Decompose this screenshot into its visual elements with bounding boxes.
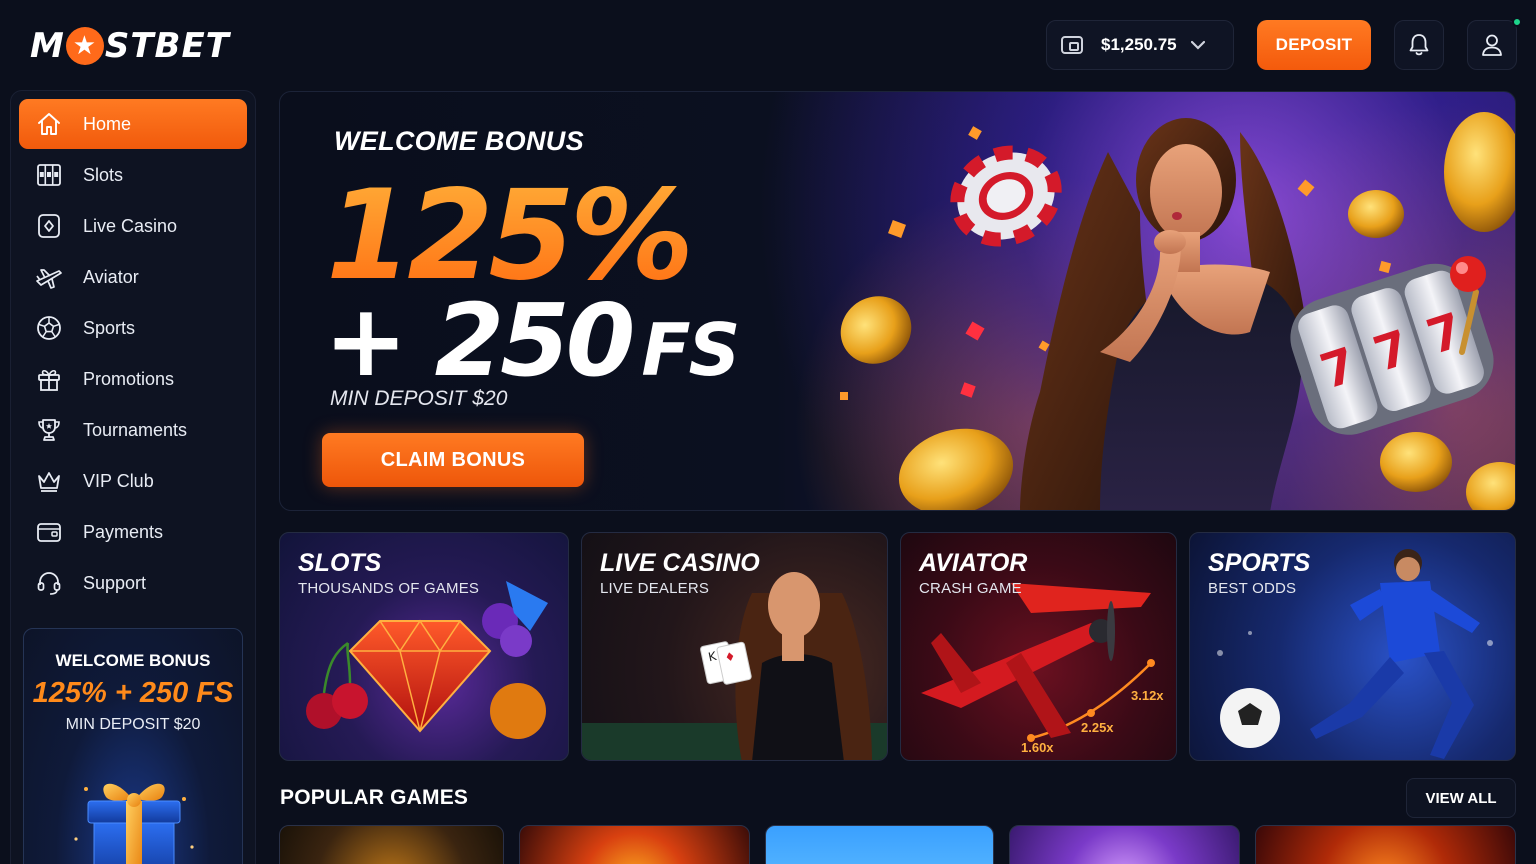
sidebar-item-payments[interactable]: Payments (19, 507, 247, 557)
category-card-aviator[interactable]: AVIATOR CRASH GAME 3.12x 2.25x 1.60x (900, 532, 1177, 761)
chevron-down-icon (1190, 37, 1205, 53)
wallet-icon (1061, 36, 1083, 54)
gift-box-image (74, 783, 194, 864)
home-icon (35, 110, 63, 138)
sidebar-item-label: Support (83, 572, 147, 593)
game-tile[interactable] (519, 825, 750, 864)
online-status-dot (1512, 17, 1522, 27)
sidebar-item-label: Promotions (83, 368, 175, 389)
category-subtitle: LIVE DEALERS (600, 580, 710, 597)
sidebar-item-slots[interactable]: Slots (19, 150, 247, 200)
notifications-button[interactable] (1394, 20, 1444, 70)
sidebar-item-support[interactable]: Support (19, 558, 247, 608)
sidebar-item-label: Home (83, 113, 132, 134)
claim-bonus-button[interactable]: CLAIM BONUS (322, 433, 584, 487)
sidebar-promo-card[interactable]: WELCOME BONUS 125% + 250 FS MIN DEPOSIT … (23, 628, 243, 864)
game-tile[interactable] (765, 825, 994, 864)
hero-title: WELCOME BONUS (334, 126, 584, 156)
sidebar-item-tournaments[interactable]: Tournaments (19, 405, 247, 455)
deposit-button[interactable]: DEPOSIT (1257, 20, 1371, 70)
plane-icon (35, 263, 63, 291)
game-tile[interactable] (279, 825, 504, 864)
sidebar-item-promotions[interactable]: Promotions (19, 354, 247, 404)
headset-icon (35, 569, 63, 597)
sidebar-item-live-casino[interactable]: Live Casino (19, 201, 247, 251)
gift-icon (35, 365, 63, 393)
view-all-button[interactable]: VIEW ALL (1406, 778, 1516, 818)
sidebar-item-label: Sports (83, 317, 136, 338)
sidebar-item-label: Live Casino (83, 215, 178, 236)
sidebar-item-label: Aviator (83, 266, 139, 287)
sidebar-item-label: Tournaments (83, 419, 188, 440)
logo-text-left: M (30, 26, 65, 66)
live-casino-icon (35, 212, 63, 240)
trophy-icon (35, 416, 63, 444)
category-title: SLOTS (298, 549, 382, 577)
popular-games-heading: POPULAR GAMES (280, 786, 469, 809)
sidebar-promo-title: WELCOME BONUS (55, 651, 211, 670)
sidebar-item-sports[interactable]: Sports (19, 303, 247, 353)
sidebar-item-home[interactable]: Home (19, 99, 247, 149)
game-tile[interactable] (1009, 825, 1240, 864)
hero-free-spins: + 250 FS (324, 282, 740, 399)
sidebar-item-label: Slots (83, 164, 124, 185)
game-tile[interactable] (1255, 825, 1516, 864)
sidebar-item-aviator[interactable]: Aviator (19, 252, 247, 302)
balance-dropdown[interactable]: $1,250.75 (1046, 20, 1234, 70)
category-card-live-casino[interactable]: K ♦ LIVE CASINO LIVE DEALERS (581, 532, 888, 761)
category-card-slots[interactable]: SLOTS THOUSANDS OF GAMES (279, 532, 569, 761)
sidebar: Home Slots Live Casino Aviator Sports Pr… (10, 90, 256, 864)
aviator-multipliers: 3.12x 2.25x 1.60x (1021, 688, 1164, 755)
sidebar-promo-min-deposit: MIN DEPOSIT $20 (65, 716, 201, 733)
profile-button[interactable] (1467, 17, 1522, 70)
sidebar-item-label: VIP Club (83, 470, 154, 491)
star-icon: ★ (65, 27, 104, 65)
sidebar-item-vip-club[interactable]: VIP Club (19, 456, 247, 506)
sidebar-item-label: Payments (83, 521, 164, 542)
bell-icon (1409, 34, 1429, 56)
hero-banner[interactable]: 7 7 7 WELCOME BONUS 125% + 250 FS MIN DEP… (279, 91, 1516, 511)
crown-icon (35, 467, 63, 495)
wallet-icon (35, 518, 63, 546)
balance-amount: $1,250.75 (1101, 35, 1177, 54)
multiplier-label: 2.25x (1081, 720, 1114, 735)
hero-free-spins-unit: FS (641, 308, 740, 392)
category-title: LIVE CASINO (600, 549, 760, 577)
brand-logo[interactable]: M ★ STBET (30, 24, 230, 68)
category-title: SPORTS (1208, 549, 1311, 577)
logo-text-right: STBET (104, 26, 230, 66)
hero-min-deposit: MIN DEPOSIT $20 (330, 387, 508, 410)
slots-icon (35, 161, 63, 189)
sidebar-promo-offer: 125% + 250 FS (32, 677, 234, 709)
soccer-ball-icon (35, 314, 63, 342)
multiplier-label: 1.60x (1021, 740, 1054, 755)
user-icon (1482, 34, 1502, 56)
multiplier-label: 3.12x (1131, 688, 1164, 703)
category-subtitle: THOUSANDS OF GAMES (298, 580, 480, 597)
category-subtitle: BEST ODDS (1208, 580, 1297, 597)
category-card-sports[interactable]: SPORTS BEST ODDS (1189, 532, 1516, 761)
hero-free-spins-amount: + 250 (324, 282, 635, 399)
